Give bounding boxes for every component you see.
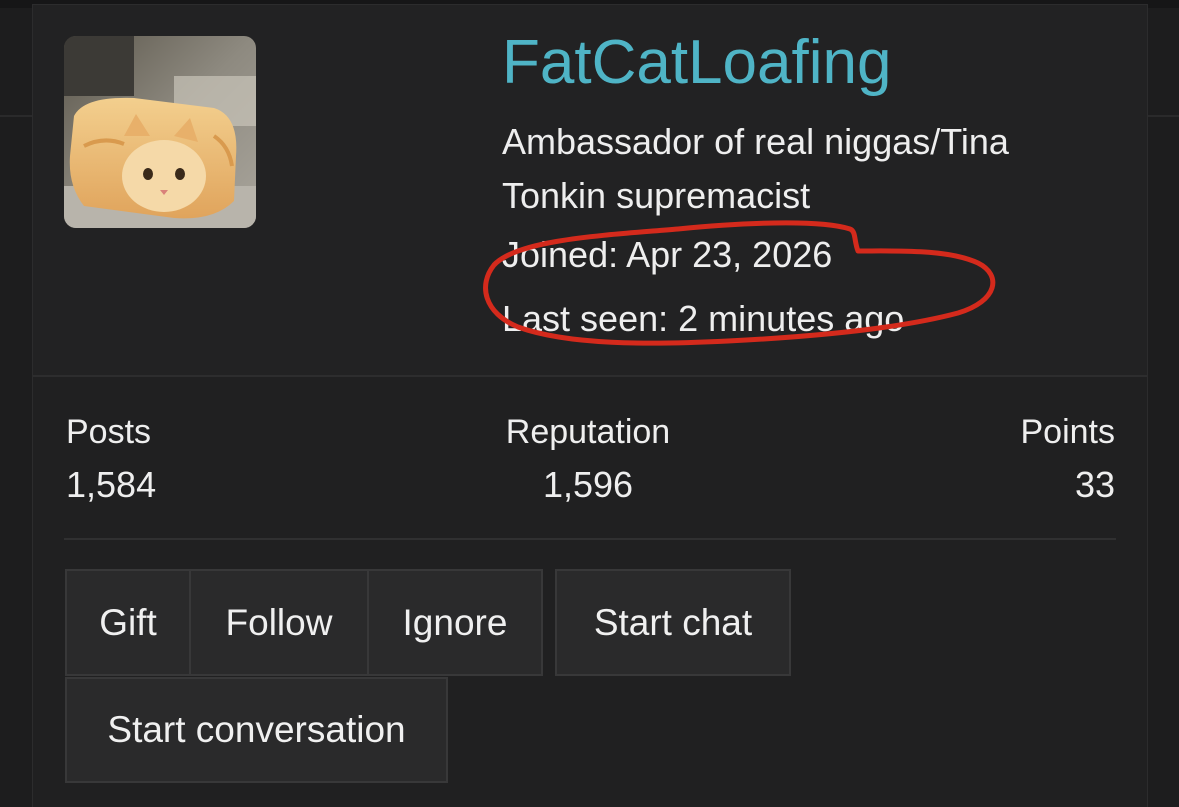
avatar[interactable] [64,36,256,228]
joined-date: Apr 23, 2026 [626,234,833,275]
points-label: Points [1020,413,1116,451]
stat-points[interactable]: Points 33 [995,413,1116,505]
joined-row: Joined: Apr 23, 2026 [502,237,832,273]
posts-label: Posts [66,413,152,451]
cat-loaf-avatar-icon [64,36,256,228]
start-chat-button[interactable]: Start chat [555,569,791,676]
start-conversation-button[interactable]: Start conversation [65,677,448,783]
posts-value: 1,584 [66,464,157,505]
follow-button[interactable]: Follow [189,569,369,676]
user-title: Ambassador of real niggas/Tina Tonkin su… [502,121,1009,216]
stat-posts[interactable]: Posts 1,584 [66,415,156,503]
joined-label: Joined: [502,234,619,275]
member-tooltip-card: FatCatLoafing Ambassador of real niggas/… [32,4,1148,807]
reputation-value: 1,596 [542,464,634,505]
last-seen-label: Last seen: [502,298,669,339]
last-seen-row: Last seen: 2 minutes ago [502,301,904,337]
gift-button[interactable]: Gift [65,569,191,676]
member-header: FatCatLoafing Ambassador of real niggas/… [33,5,1147,377]
points-value: 33 [1074,464,1115,505]
ignore-button[interactable]: Ignore [367,569,543,676]
username-link[interactable]: FatCatLoafing [502,32,891,94]
reputation-label: Reputation [505,413,671,451]
stats-divider [64,538,1116,540]
last-seen-value: 2 minutes ago [678,298,905,339]
stat-reputation: Reputation 1,596 [500,415,676,503]
